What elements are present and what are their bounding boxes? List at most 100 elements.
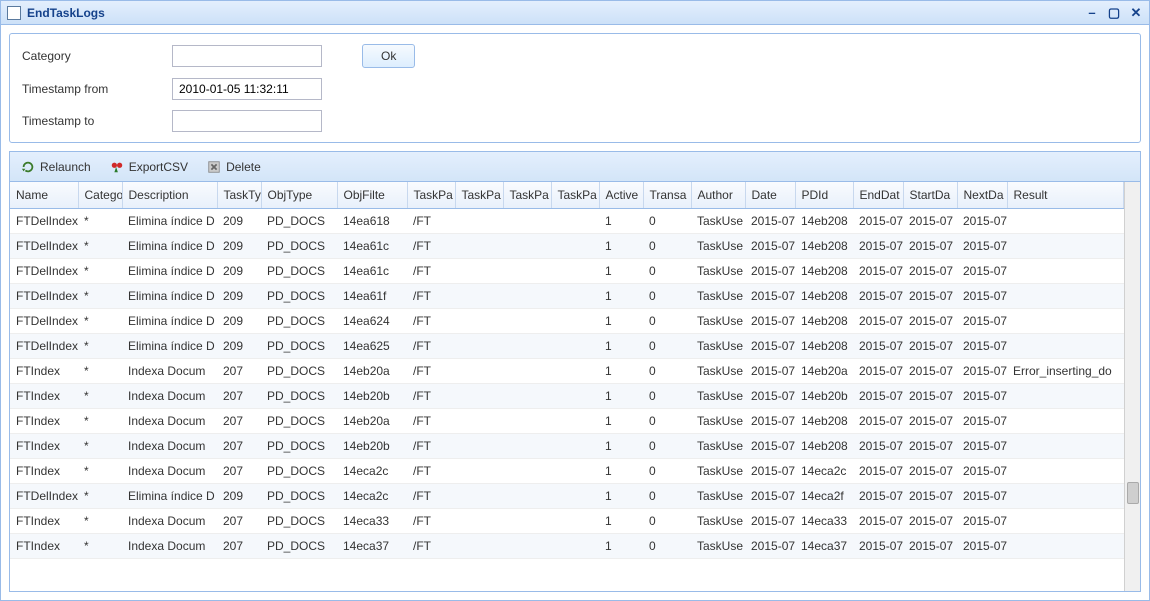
cell: FTIndex	[10, 359, 78, 384]
table-row[interactable]: FTIndex*Indexa Docum207PD_DOCS14eb20a/FT…	[10, 409, 1124, 434]
delete-button[interactable]: Delete	[202, 157, 265, 177]
cell	[1007, 434, 1123, 459]
cell: /FT	[407, 334, 455, 359]
cell: Elimina índice D	[122, 234, 217, 259]
cell: 14ea625	[337, 334, 407, 359]
scrollbar-vertical[interactable]	[1124, 182, 1140, 591]
cell: 2015-07	[745, 434, 795, 459]
cell: 2015-07	[853, 234, 903, 259]
cell	[455, 384, 503, 409]
cell: Elimina índice D	[122, 284, 217, 309]
cell: FTDelIndex	[10, 284, 78, 309]
cell: 209	[217, 334, 261, 359]
cell: 207	[217, 459, 261, 484]
category-input[interactable]	[172, 45, 322, 67]
cell: 1	[599, 359, 643, 384]
cell: 0	[643, 209, 691, 234]
cell	[455, 434, 503, 459]
cell	[455, 234, 503, 259]
table-row[interactable]: FTIndex*Indexa Docum207PD_DOCS14eca37/FT…	[10, 534, 1124, 559]
cell	[1007, 484, 1123, 509]
cell: 2015-07	[957, 234, 1007, 259]
cell: *	[78, 384, 122, 409]
cell: FTDelIndex	[10, 259, 78, 284]
column-header[interactable]: Catego	[78, 182, 122, 209]
table-row[interactable]: FTDelIndex*Elimina índice D209PD_DOCS14e…	[10, 234, 1124, 259]
table-row[interactable]: FTIndex*Indexa Docum207PD_DOCS14eca33/FT…	[10, 509, 1124, 534]
cell: 2015-07	[903, 259, 957, 284]
delete-icon	[206, 159, 222, 175]
cell: 2015-07	[957, 334, 1007, 359]
minimize-button[interactable]: –	[1085, 6, 1099, 20]
table-row[interactable]: FTDelIndex*Elimina índice D209PD_DOCS14e…	[10, 284, 1124, 309]
column-header[interactable]: Author	[691, 182, 745, 209]
cell: 0	[643, 309, 691, 334]
maximize-button[interactable]: ▢	[1107, 6, 1121, 20]
column-header[interactable]: ObjType	[261, 182, 337, 209]
column-header[interactable]: TaskPa	[503, 182, 551, 209]
exportcsv-button[interactable]: ExportCSV	[105, 157, 192, 177]
cell: PD_DOCS	[261, 359, 337, 384]
table-row[interactable]: FTDelIndex*Elimina índice D209PD_DOCS14e…	[10, 259, 1124, 284]
cell: 14ea61c	[337, 234, 407, 259]
column-header[interactable]: NextDa	[957, 182, 1007, 209]
cell: TaskUse	[691, 434, 745, 459]
cell: 2015-07	[903, 234, 957, 259]
cell	[551, 334, 599, 359]
cell	[503, 484, 551, 509]
cell: 14ea61f	[337, 284, 407, 309]
column-header[interactable]: TaskPa	[551, 182, 599, 209]
column-header[interactable]: Date	[745, 182, 795, 209]
grid-scroll[interactable]: NameCategoDescriptionTaskTyObjTypeObjFil…	[10, 182, 1124, 591]
table-row[interactable]: FTIndex*Indexa Docum207PD_DOCS14eb20b/FT…	[10, 384, 1124, 409]
column-header[interactable]: StartDa	[903, 182, 957, 209]
cell: 1	[599, 484, 643, 509]
cell: TaskUse	[691, 309, 745, 334]
column-header[interactable]: TaskPa	[407, 182, 455, 209]
cell: 2015-07	[957, 409, 1007, 434]
column-header[interactable]: Description	[122, 182, 217, 209]
timestamp-to-label: Timestamp to	[22, 114, 172, 128]
cell: 207	[217, 384, 261, 409]
column-header[interactable]: Active	[599, 182, 643, 209]
cell	[455, 309, 503, 334]
cell	[551, 509, 599, 534]
cell	[551, 459, 599, 484]
column-header[interactable]: TaskTy	[217, 182, 261, 209]
column-header[interactable]: Name	[10, 182, 78, 209]
ok-button[interactable]: Ok	[362, 44, 415, 68]
cell: 1	[599, 384, 643, 409]
cell	[455, 409, 503, 434]
column-header[interactable]: Transa	[643, 182, 691, 209]
cell: 1	[599, 509, 643, 534]
column-header[interactable]: TaskPa	[455, 182, 503, 209]
cell: 14eb208	[795, 334, 853, 359]
close-button[interactable]: ✕	[1129, 6, 1143, 20]
cell: /FT	[407, 309, 455, 334]
table-row[interactable]: FTDelIndex*Elimina índice D209PD_DOCS14e…	[10, 309, 1124, 334]
cell: TaskUse	[691, 509, 745, 534]
column-header[interactable]: ObjFilte	[337, 182, 407, 209]
timestamp-from-input[interactable]	[172, 78, 322, 100]
titlebar[interactable]: EndTaskLogs – ▢ ✕	[1, 1, 1149, 25]
table-row[interactable]: FTIndex*Indexa Docum207PD_DOCS14eb20b/FT…	[10, 434, 1124, 459]
cell: 14eca2f	[795, 484, 853, 509]
cell: PD_DOCS	[261, 409, 337, 434]
table-row[interactable]: FTIndex*Indexa Docum207PD_DOCS14eb20a/FT…	[10, 359, 1124, 384]
relaunch-button[interactable]: Relaunch	[16, 157, 95, 177]
cell: 2015-07	[745, 384, 795, 409]
column-header[interactable]: Result	[1007, 182, 1123, 209]
cell: 14eb20b	[337, 434, 407, 459]
table-row[interactable]: FTDelIndex*Elimina índice D209PD_DOCS14e…	[10, 484, 1124, 509]
table-row[interactable]: FTDelIndex*Elimina índice D209PD_DOCS14e…	[10, 209, 1124, 234]
cell: /FT	[407, 409, 455, 434]
scrollbar-thumb[interactable]	[1127, 482, 1139, 504]
timestamp-to-input[interactable]	[172, 110, 322, 132]
column-header[interactable]: EndDat	[853, 182, 903, 209]
cell: 2015-07	[957, 384, 1007, 409]
table-row[interactable]: FTIndex*Indexa Docum207PD_DOCS14eca2c/FT…	[10, 459, 1124, 484]
cell	[503, 359, 551, 384]
column-header[interactable]: PDId	[795, 182, 853, 209]
cell: 14eb20a	[795, 359, 853, 384]
table-row[interactable]: FTDelIndex*Elimina índice D209PD_DOCS14e…	[10, 334, 1124, 359]
